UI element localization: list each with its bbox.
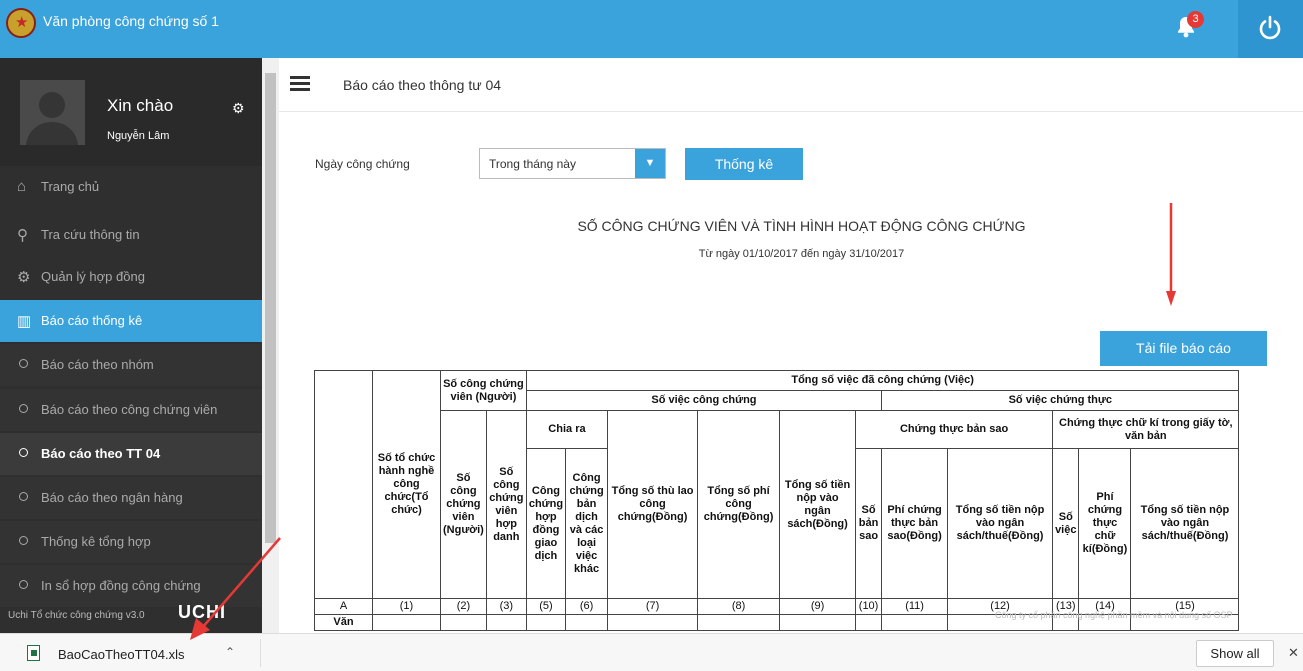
date-range-value: Trong tháng này — [489, 157, 576, 171]
close-icon[interactable]: ✕ — [1288, 645, 1299, 661]
sidebar-subitem-bank[interactable]: Báo cáo theo ngân hàng — [0, 477, 262, 519]
sidebar-item-home[interactable]: ⌂ Trang chủ — [0, 166, 262, 208]
user-name: Nguyễn Lâm — [107, 130, 170, 142]
table-header-cell: Số việc — [1052, 448, 1080, 599]
table-header-cell: Phí chứng thực bản sao(Đồng) — [881, 448, 949, 599]
table-header-cell: Chứng thực bản sao — [855, 410, 1054, 449]
user-panel: Xin chào Nguyễn Lâm ⚙ — [0, 58, 262, 166]
menu-toggle-icon[interactable] — [290, 76, 310, 92]
table-header-cell: Số bản sao — [855, 448, 883, 599]
watermark: Công ty cổ phần công nghệ phần mềm và nộ… — [995, 610, 1233, 620]
table-header-cell: Chia ra — [525, 410, 609, 449]
table-cell: (8) — [697, 598, 781, 615]
download-report-button[interactable]: Tải file báo cáo — [1100, 331, 1267, 366]
table-header-cell: Số việc công chứng — [525, 390, 883, 411]
table-header-cell: Công chứng hợp đồng giao dịch — [525, 448, 567, 599]
table-header-cell: Số công chứng viên (Người) — [440, 410, 487, 599]
red-arrow-annotation — [1166, 203, 1176, 306]
app-title: Văn phòng công chứng số 1 — [43, 13, 219, 29]
top-bar: Văn phòng công chứng số 1 3 — [0, 0, 1303, 58]
table-cell: (11) — [881, 598, 949, 615]
report-table: Số tổ chức hành nghề công chức(Tổ chức) … — [314, 370, 1240, 631]
scrollbar-thumb[interactable] — [265, 73, 276, 543]
table-header-cell — [314, 370, 373, 599]
table-cell: (6) — [565, 598, 609, 615]
search-icon: ⚲ — [17, 227, 28, 244]
table-cell: Văn — [314, 614, 373, 631]
sidebar-subitem-tt04[interactable]: Báo cáo theo TT 04 — [0, 433, 262, 475]
table-header-cell: Số công chứng viên (Người) — [440, 370, 527, 411]
greeting: Xin chào — [107, 96, 174, 115]
table-header-cell: Tổng số tiền nộp vào ngân sách/thuế(Đồng… — [1130, 448, 1240, 599]
date-filter-label: Ngày công chứng — [315, 157, 410, 171]
gear-icon: ⚙ — [17, 269, 31, 286]
home-icon: ⌂ — [17, 178, 27, 195]
excel-file-icon — [27, 645, 40, 661]
avatar — [20, 80, 85, 145]
settings-gear-icon[interactable]: ⚙ — [232, 100, 245, 117]
table-header-cell: Số công chứng viên hợp danh — [485, 410, 527, 599]
circle-icon — [19, 580, 28, 589]
circle-icon — [19, 359, 28, 368]
divider — [260, 639, 261, 667]
report-title: SỐ CÔNG CHỨNG VIÊN VÀ TÌNH HÌNH HOẠT ĐỘN… — [577, 218, 1026, 234]
sidebar-subitem-group[interactable]: Báo cáo theo nhóm — [0, 344, 262, 386]
chevron-down-icon[interactable]: ▼ — [635, 149, 665, 178]
chart-icon: ▥ — [17, 313, 32, 330]
table-header-cell: Tổng số phí công chứng(Đồng) — [697, 410, 781, 599]
table-header-cell: Tổng số tiền nộp vào ngân sách(Đồng) — [779, 410, 857, 599]
footer-brand: Uchi Tổ chức công chứng v3.0 — [8, 610, 145, 621]
notification-badge: 3 — [1187, 11, 1204, 28]
download-file-name[interactable]: BaoCaoTheoTT04.xls — [58, 647, 184, 662]
table-header-cell: Số việc chứng thực — [881, 390, 1240, 411]
statistics-button[interactable]: Thống kê — [685, 148, 803, 180]
table-cell: (7) — [607, 598, 699, 615]
table-cell: (9) — [779, 598, 857, 615]
table-cell: (2) — [440, 598, 487, 615]
content-header: Báo cáo theo thông tư 04 — [279, 58, 1303, 112]
table-cell: (1) — [372, 598, 441, 615]
table-header-cell: Công chứng bản dịch và các loại việc khá… — [565, 448, 609, 599]
report-date-range: Từ ngày 01/10/2017 đến ngày 31/10/2017 — [698, 248, 905, 260]
circle-icon — [19, 536, 28, 545]
table-header-cell: Phí chứng thực chữ kí(Đồng) — [1078, 448, 1132, 599]
sidebar-subitem-notary[interactable]: Báo cáo theo công chứng viên — [0, 389, 262, 431]
power-icon — [1259, 15, 1281, 40]
page-title: Báo cáo theo thông tư 04 — [343, 77, 502, 93]
sidebar-item-search[interactable]: ⚲ Tra cứu thông tin — [0, 214, 262, 256]
table-cell: (10) — [855, 598, 883, 615]
table-cell: A — [314, 598, 373, 615]
circle-icon — [19, 404, 28, 413]
sidebar-item-reports[interactable]: ▥ Báo cáo thống kê — [0, 300, 262, 342]
table-cell: (3) — [485, 598, 527, 615]
circle-icon — [19, 448, 28, 457]
table-header-cell: Số tổ chức hành nghề công chức(Tổ chức) — [372, 370, 441, 599]
table-header-cell: Tổng số việc đã công chứng (Việc) — [525, 370, 1240, 391]
table-header-cell: Tổng số tiền nộp vào ngân sách/thuế(Đồng… — [947, 448, 1054, 599]
table-header-cell: Tổng số thù lao công chứng(Đồng) — [607, 410, 699, 599]
chevron-up-icon[interactable]: ⌃ — [225, 645, 235, 659]
table-cell: (5) — [525, 598, 567, 615]
logo-icon — [6, 8, 36, 38]
circle-icon — [19, 492, 28, 501]
show-all-button[interactable]: Show all — [1196, 640, 1274, 667]
date-range-select[interactable]: Trong tháng này ▼ — [479, 148, 666, 179]
sidebar-item-contracts[interactable]: ⚙ Quản lý hợp đồng — [0, 256, 262, 298]
logout-button[interactable] — [1238, 0, 1303, 58]
table-header-cell: Chứng thực chữ kí trong giấy tờ, văn bản — [1052, 410, 1240, 449]
red-arrow-annotation — [190, 537, 281, 640]
